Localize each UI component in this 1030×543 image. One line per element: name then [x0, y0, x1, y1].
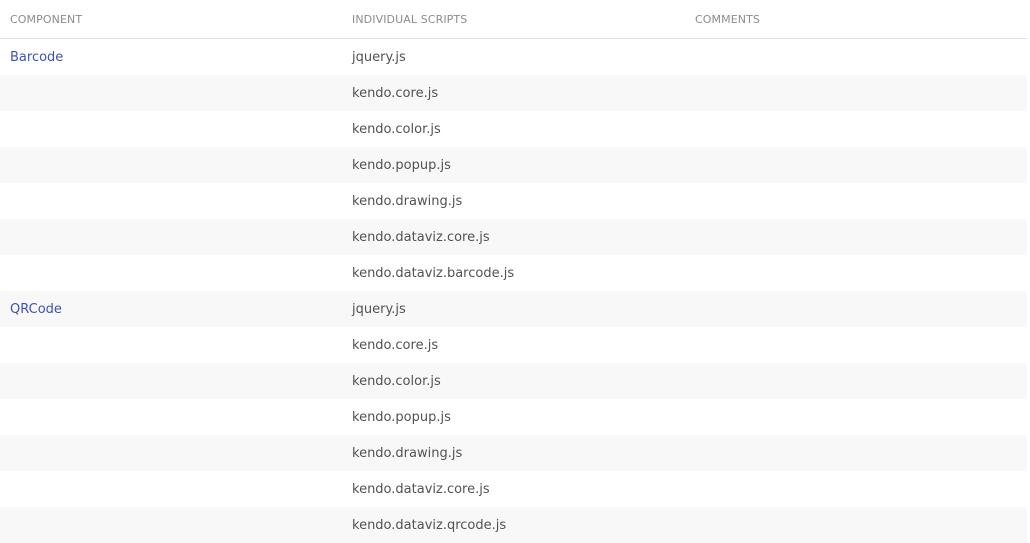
comment-cell [685, 435, 1027, 471]
script-cell: kendo.popup.js [342, 399, 685, 435]
script-cell: kendo.color.js [342, 363, 685, 399]
comment-cell [685, 183, 1027, 219]
script-cell: kendo.drawing.js [342, 183, 685, 219]
comment-cell [685, 327, 1027, 363]
component-cell [0, 111, 342, 147]
component-cell [0, 255, 342, 291]
column-header-component: COMPONENT [0, 0, 342, 39]
comment-cell [685, 255, 1027, 291]
component-cell [0, 471, 342, 507]
table-row: kendo.drawing.js [0, 183, 1027, 219]
component-cell: QRCode [0, 291, 342, 327]
table-row: kendo.core.js [0, 75, 1027, 111]
comment-cell [685, 75, 1027, 111]
component-cell [0, 363, 342, 399]
scripts-table: COMPONENT INDIVIDUAL SCRIPTS COMMENTS Ba… [0, 0, 1027, 543]
component-cell [0, 219, 342, 255]
table-row: kendo.popup.js [0, 147, 1027, 183]
table-row: kendo.color.js [0, 363, 1027, 399]
table-row: kendo.popup.js [0, 399, 1027, 435]
comment-cell [685, 291, 1027, 327]
script-cell: kendo.popup.js [342, 147, 685, 183]
comment-cell [685, 38, 1027, 75]
table-row: Barcode jquery.js [0, 38, 1027, 75]
table-row: kendo.dataviz.core.js [0, 471, 1027, 507]
comment-cell [685, 111, 1027, 147]
script-cell: kendo.core.js [342, 327, 685, 363]
script-cell: kendo.drawing.js [342, 435, 685, 471]
script-cell: kendo.color.js [342, 111, 685, 147]
table-body: Barcode jquery.js kendo.core.js kendo.color… [0, 38, 1027, 543]
component-cell: Barcode [0, 38, 342, 75]
header-row: COMPONENT INDIVIDUAL SCRIPTS COMMENTS [0, 0, 1027, 39]
table-row: kendo.color.js [0, 111, 1027, 147]
component-cell [0, 507, 342, 543]
component-cell [0, 75, 342, 111]
table-header: COMPONENT INDIVIDUAL SCRIPTS COMMENTS [0, 0, 1027, 39]
comment-cell [685, 507, 1027, 543]
script-cell: kendo.dataviz.core.js [342, 219, 685, 255]
script-cell: jquery.js [342, 291, 685, 327]
table-row: kendo.dataviz.qrcode.js [0, 507, 1027, 543]
component-cell [0, 183, 342, 219]
table-row: kendo.dataviz.barcode.js [0, 255, 1027, 291]
table-row: QRCode jquery.js [0, 291, 1027, 327]
script-cell: kendo.core.js [342, 75, 685, 111]
component-cell [0, 435, 342, 471]
script-cell: jquery.js [342, 38, 685, 75]
comment-cell [685, 147, 1027, 183]
comment-cell [685, 363, 1027, 399]
comment-cell [685, 471, 1027, 507]
table-row: kendo.drawing.js [0, 435, 1027, 471]
component-link[interactable]: QRCode [10, 302, 62, 317]
column-header-individual-scripts: INDIVIDUAL SCRIPTS [342, 0, 685, 39]
component-link[interactable]: Barcode [10, 50, 63, 65]
component-cell [0, 327, 342, 363]
column-header-comments: COMMENTS [685, 0, 1027, 39]
comment-cell [685, 399, 1027, 435]
script-cell: kendo.dataviz.qrcode.js [342, 507, 685, 543]
component-cell [0, 399, 342, 435]
script-cell: kendo.dataviz.core.js [342, 471, 685, 507]
comment-cell [685, 219, 1027, 255]
table-row: kendo.dataviz.core.js [0, 219, 1027, 255]
table-row: kendo.core.js [0, 327, 1027, 363]
component-cell [0, 147, 342, 183]
script-cell: kendo.dataviz.barcode.js [342, 255, 685, 291]
